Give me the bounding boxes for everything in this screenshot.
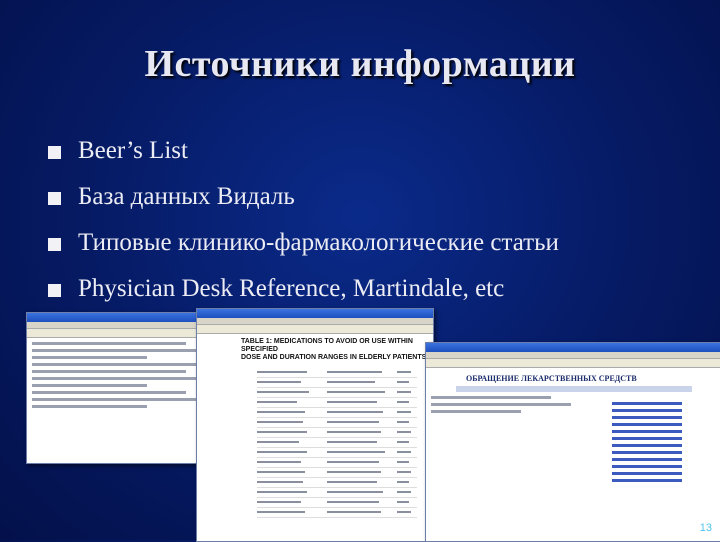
bullet-text: Physician Desk Reference, Martindale, et…	[78, 275, 505, 302]
medication-table	[257, 368, 417, 518]
window-toolbar	[197, 325, 433, 334]
square-bullet-icon	[48, 238, 61, 251]
bullet-text: Beer’s List	[78, 137, 188, 164]
square-bullet-icon	[48, 192, 61, 205]
screenshot-medication-table: TABLE 1: MEDICATIONS TO AVOID OR USE WIT…	[196, 308, 434, 542]
portal-nav-bar	[456, 386, 692, 392]
portal-text-lines	[426, 396, 576, 413]
bullet-list: Beer’s List База данных Видаль Типовые к…	[48, 136, 559, 320]
table-title: TABLE 1: MEDICATIONS TO AVOID OR USE WIT…	[241, 338, 433, 362]
bullet-item: Beer’s List	[48, 136, 559, 182]
page-number: 13	[699, 522, 712, 534]
window-titlebar	[27, 313, 219, 322]
square-bullet-icon	[48, 146, 61, 159]
document-text-lines	[27, 342, 219, 408]
portal-heading: ОБРАЩЕНИЕ ЛЕКАРСТВЕННЫХ СРЕДСТВ	[466, 374, 637, 383]
screenshot-drug-portal: ОБРАЩЕНИЕ ЛЕКАРСТВЕННЫХ СРЕДСТВ	[425, 342, 720, 542]
window-titlebar	[197, 309, 433, 318]
window-menubar	[426, 352, 720, 359]
window-menubar	[197, 318, 433, 325]
slide-title: Источники информации	[144, 43, 576, 85]
window-toolbar	[27, 329, 219, 338]
bullet-item: Типовые клинико-фармакологические статьи	[48, 228, 559, 274]
window-titlebar	[426, 343, 720, 352]
portal-link-list	[612, 398, 682, 486]
window-menubar	[27, 322, 219, 329]
bullet-text: Типовые клинико-фармакологические статьи	[78, 229, 559, 256]
bullet-item: База данных Видаль	[48, 182, 559, 228]
screenshot-beers-list-document	[26, 312, 220, 464]
window-toolbar	[426, 359, 720, 368]
bullet-text: База данных Видаль	[78, 183, 295, 210]
square-bullet-icon	[48, 284, 61, 297]
table-title-line: DOSE AND DURATION RANGES IN ELDERLY PATI…	[241, 354, 429, 361]
table-title-line: TABLE 1: MEDICATIONS TO AVOID OR USE WIT…	[241, 338, 413, 353]
